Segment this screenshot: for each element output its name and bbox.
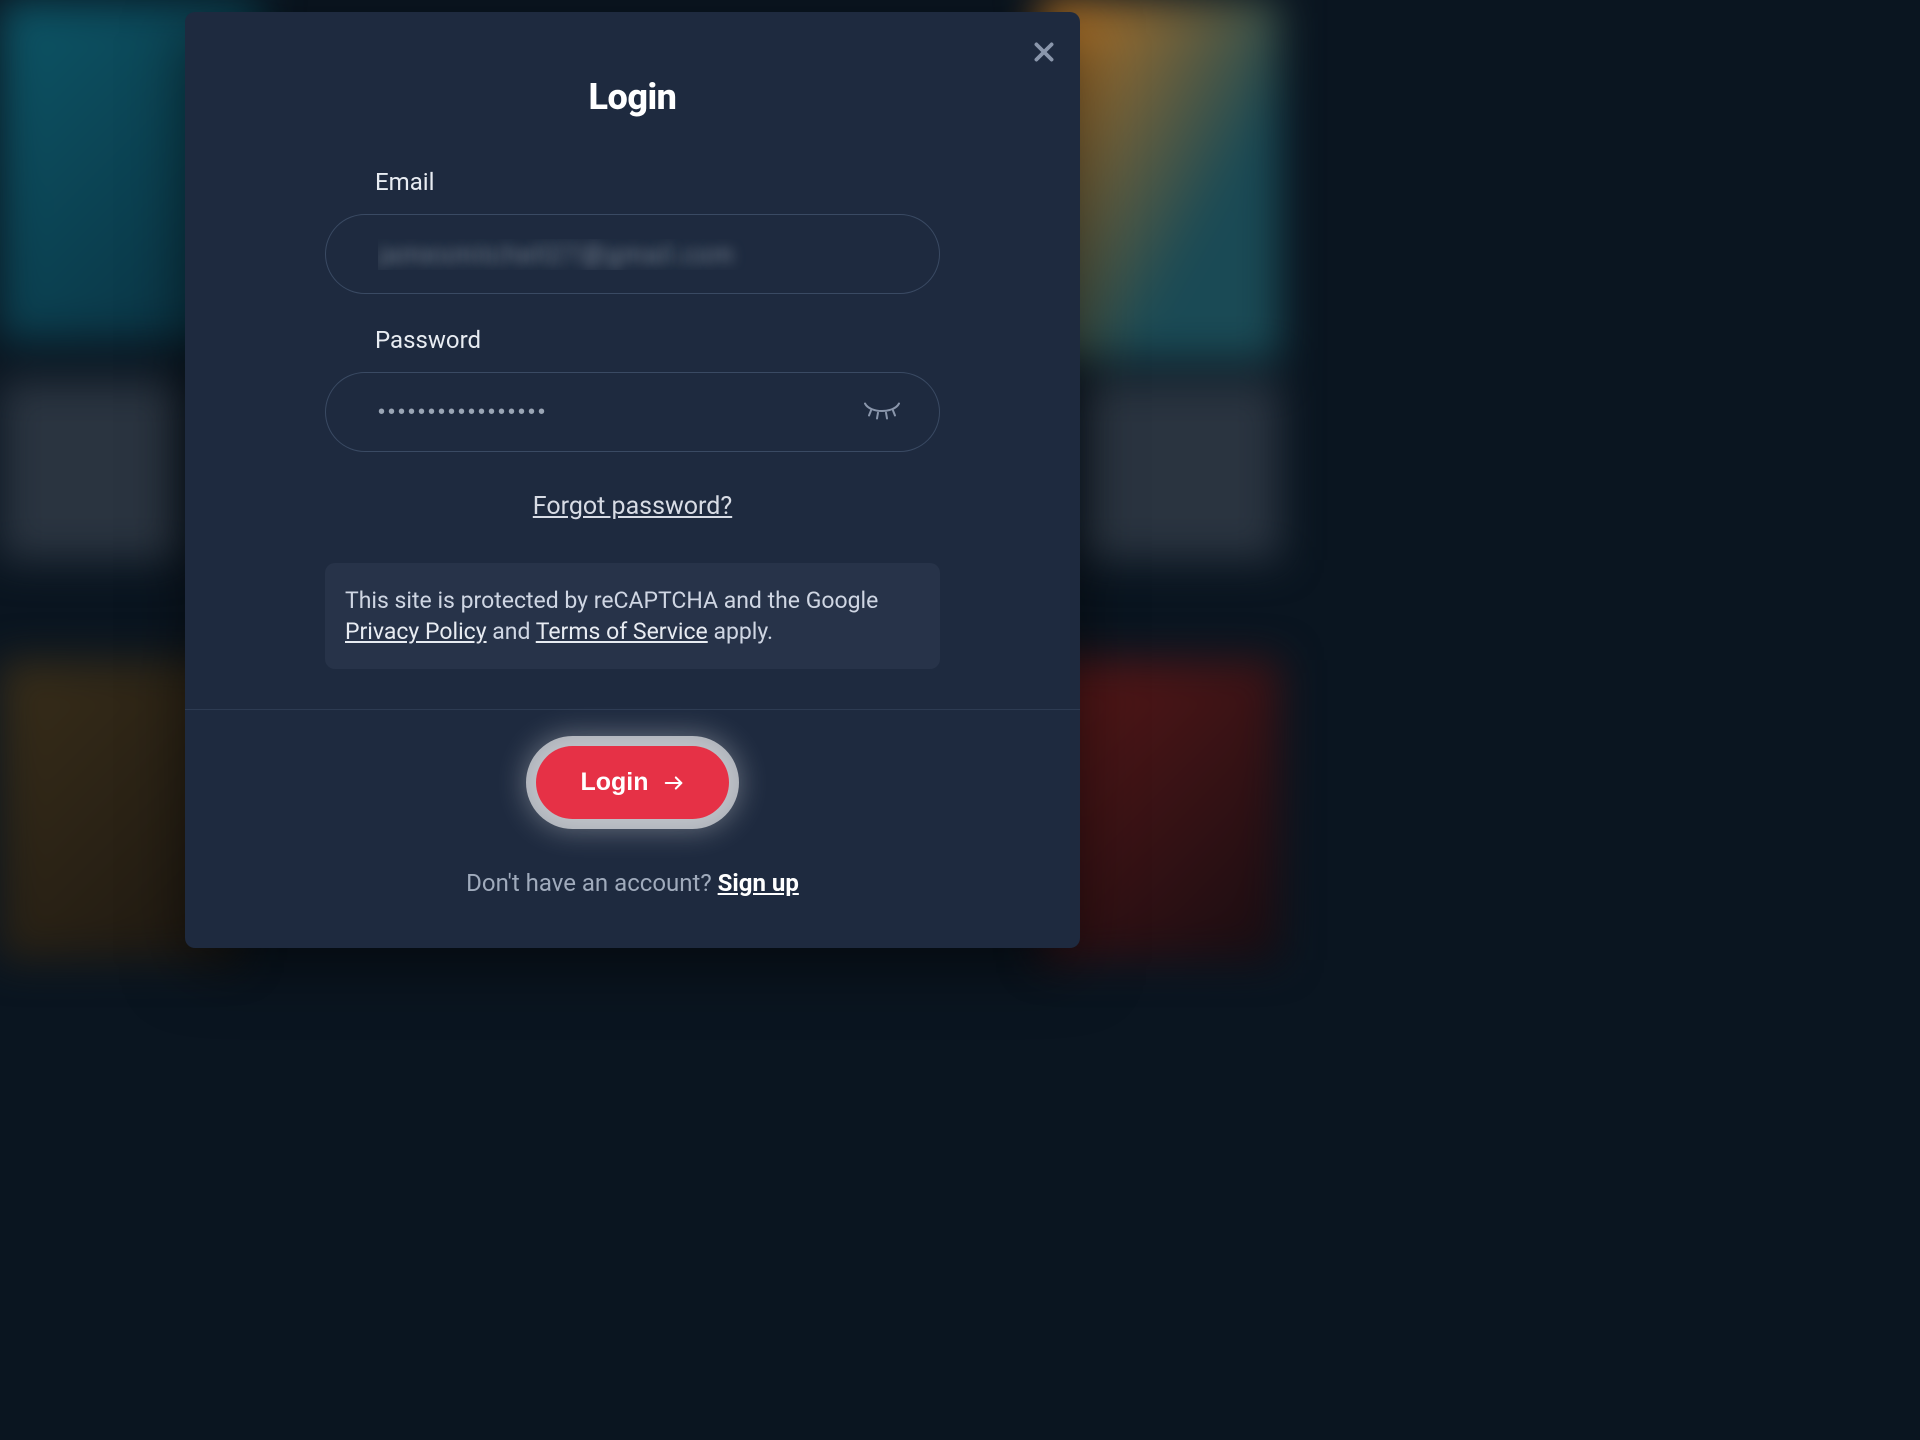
eye-hidden-icon	[862, 394, 902, 428]
toggle-password-visibility-button[interactable]	[856, 388, 908, 437]
terms-of-service-link[interactable]: Terms of Service	[536, 618, 708, 645]
login-modal: Login Email Password	[185, 12, 1080, 948]
email-input-wrap	[325, 214, 940, 294]
recaptcha-text-mid: and	[487, 618, 536, 645]
signup-prompt-text: Don't have an account?	[466, 869, 717, 897]
recaptcha-text-prefix: This site is protected by reCAPTCHA and …	[345, 587, 878, 614]
backdrop-tile	[1080, 380, 1280, 560]
recaptcha-notice: This site is protected by reCAPTCHA and …	[325, 563, 940, 669]
password-label: Password	[325, 326, 940, 354]
arrow-right-icon	[663, 772, 685, 794]
email-label: Email	[325, 168, 940, 196]
forgot-password-link[interactable]: Forgot password?	[325, 492, 940, 521]
login-button[interactable]: Login	[536, 746, 728, 819]
backdrop-tile	[0, 380, 180, 560]
signup-link[interactable]: Sign up	[718, 869, 799, 897]
modal-footer: Login Don't have an account? Sign up	[185, 710, 1080, 927]
recaptcha-text-suffix: apply.	[708, 618, 773, 645]
login-button-label: Login	[580, 768, 648, 797]
password-input-wrap	[325, 372, 940, 452]
email-field-group: Email	[325, 168, 940, 294]
login-form: Email Password Forgot	[185, 118, 1080, 669]
close-icon	[1031, 39, 1057, 65]
modal-title: Login	[185, 76, 1080, 118]
email-input[interactable]	[325, 214, 940, 294]
close-button[interactable]	[1026, 34, 1062, 70]
password-input[interactable]	[325, 372, 940, 452]
privacy-policy-link[interactable]: Privacy Policy	[345, 618, 487, 645]
signup-prompt: Don't have an account? Sign up	[466, 869, 799, 897]
password-field-group: Password	[325, 326, 940, 452]
